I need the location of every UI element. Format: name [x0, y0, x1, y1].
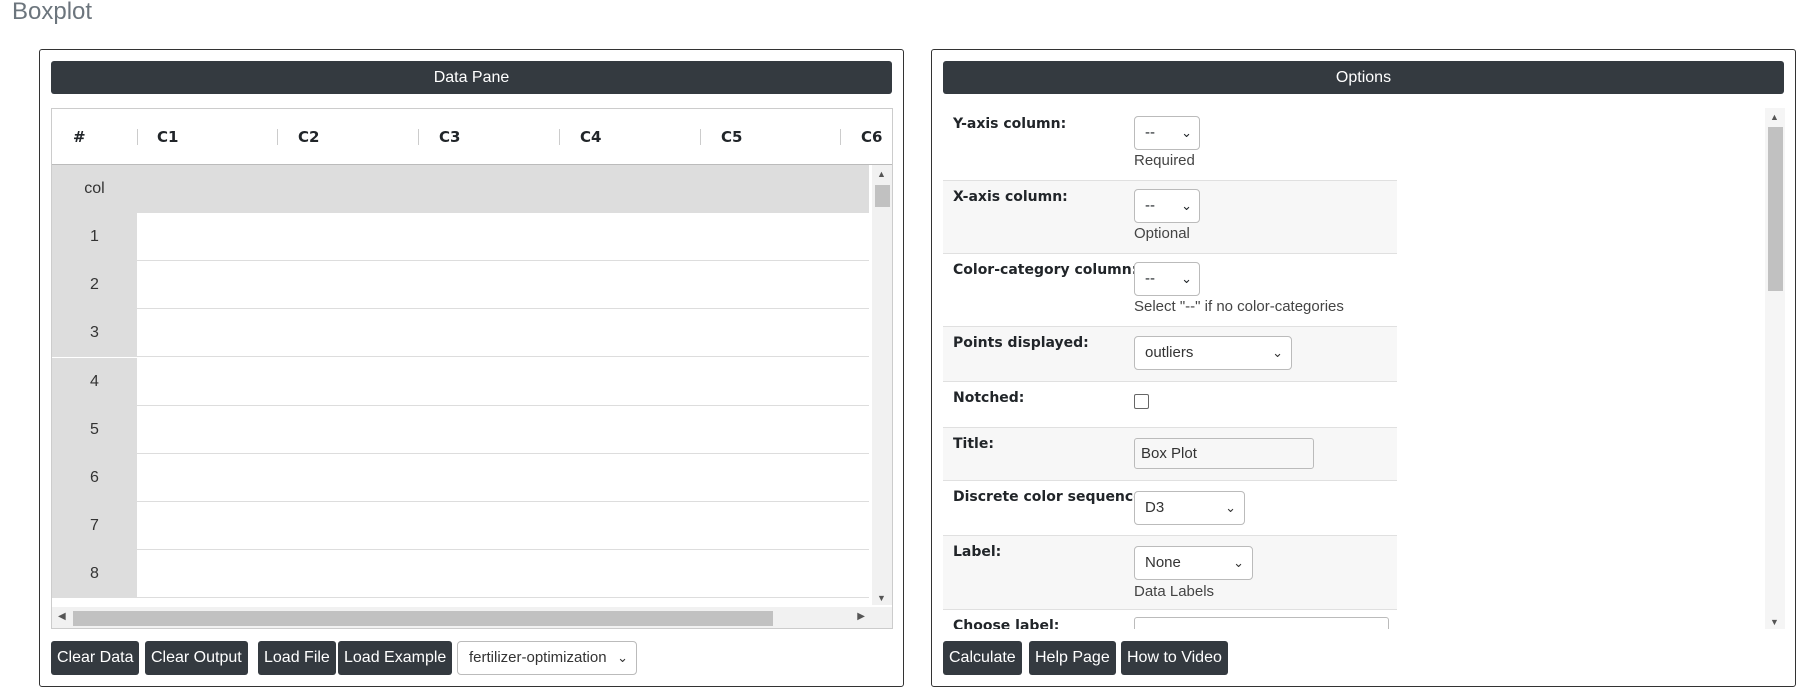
- scroll-down-arrow-icon[interactable]: ▼: [877, 593, 886, 603]
- spreadsheet-vertical-scrollbar[interactable]: ▲ ▼: [872, 165, 892, 605]
- row-number[interactable]: 1: [52, 213, 137, 260]
- table-row[interactable]: 8: [52, 550, 869, 598]
- chevron-down-icon: ⌄: [617, 650, 628, 665]
- chevron-down-icon: ⌄: [1272, 345, 1283, 360]
- column-header-c6[interactable]: C6: [861, 128, 882, 146]
- example-dataset-value: fertilizer-optimization: [469, 649, 607, 666]
- color-category-value: --: [1145, 270, 1155, 287]
- scroll-right-arrow-icon[interactable]: ▶: [857, 611, 865, 622]
- color-sequence-label: Discrete color sequence:: [953, 489, 1149, 505]
- notched-label: Notched:: [953, 390, 1025, 406]
- options-pane: Options Y-axis column: -- ⌄ Required X-a…: [931, 49, 1796, 687]
- option-y-axis: Y-axis column: -- ⌄ Required: [943, 108, 1397, 181]
- color-sequence-value: D3: [1145, 499, 1165, 516]
- color-category-help: Select "--" if no color-categories: [1134, 298, 1344, 315]
- y-axis-select[interactable]: -- ⌄: [1134, 116, 1200, 150]
- table-row[interactable]: 7: [52, 502, 869, 550]
- column-header-row: # C1 C2 C3 C4 C5 C6: [52, 109, 892, 165]
- row-label-col[interactable]: col: [52, 165, 137, 213]
- options-form: Y-axis column: -- ⌄ Required X-axis colu…: [943, 108, 1785, 629]
- option-color-sequence: Discrete color sequence: D3 ⌄: [943, 481, 1397, 536]
- how-to-video-button[interactable]: How to Video: [1121, 641, 1228, 675]
- spreadsheet-horizontal-scrollbar[interactable]: ◀ ▶: [52, 607, 892, 628]
- chevron-down-icon: ⌄: [1181, 198, 1192, 213]
- notched-checkbox[interactable]: [1134, 394, 1149, 409]
- label-select[interactable]: None ⌄: [1134, 546, 1253, 580]
- row-number[interactable]: 8: [52, 550, 137, 597]
- scroll-left-arrow-icon[interactable]: ◀: [58, 611, 66, 622]
- option-choose-label: Choose label:: [943, 610, 1397, 629]
- help-page-button[interactable]: Help Page: [1029, 641, 1116, 675]
- table-row[interactable]: 6: [52, 454, 869, 502]
- chevron-down-icon: ⌄: [1181, 125, 1192, 140]
- table-row[interactable]: 1: [52, 213, 869, 261]
- option-label: Label: None ⌄ Data Labels: [943, 536, 1397, 610]
- spreadsheet[interactable]: # C1 C2 C3 C4 C5 C6 col 1 2 3 4 5 6 7 8 …: [51, 108, 893, 629]
- color-sequence-select[interactable]: D3 ⌄: [1134, 491, 1245, 525]
- points-displayed-label: Points displayed:: [953, 335, 1089, 351]
- data-pane-header: Data Pane: [51, 61, 892, 94]
- row-number[interactable]: 6: [52, 454, 137, 501]
- points-displayed-value: outliers: [1145, 344, 1194, 361]
- page-title: Boxplot: [12, 0, 93, 25]
- scroll-up-arrow-icon[interactable]: ▲: [877, 169, 886, 179]
- label-value: None: [1145, 554, 1181, 571]
- y-axis-label: Y-axis column:: [953, 116, 1067, 132]
- scroll-thumb[interactable]: [1768, 127, 1783, 291]
- chevron-down-icon: ⌄: [1181, 271, 1192, 286]
- load-example-button[interactable]: Load Example: [338, 641, 453, 675]
- table-row[interactable]: 4: [52, 358, 869, 406]
- option-points-displayed: Points displayed: outliers ⌄: [943, 327, 1397, 382]
- x-axis-label: X-axis column:: [953, 189, 1068, 205]
- chevron-down-icon: ⌄: [1233, 555, 1244, 570]
- column-header-c4[interactable]: C4: [580, 128, 601, 146]
- options-vertical-scrollbar[interactable]: ▲ ▼: [1765, 108, 1785, 629]
- options-pane-header: Options: [943, 61, 1784, 94]
- table-row[interactable]: 2: [52, 261, 869, 309]
- column-header-c5[interactable]: C5: [721, 128, 742, 146]
- scroll-thumb[interactable]: [875, 185, 890, 207]
- data-pane: Data Pane # C1 C2 C3 C4 C5 C6 col 1 2 3: [39, 49, 904, 687]
- table-row[interactable]: 3: [52, 309, 869, 357]
- option-color-category: Color-category column: -- ⌄ Select "--" …: [943, 254, 1397, 327]
- clear-data-button[interactable]: Clear Data: [51, 641, 140, 675]
- title-input[interactable]: Box Plot: [1134, 438, 1314, 469]
- column-header-c2[interactable]: C2: [298, 128, 319, 146]
- load-file-button[interactable]: Load File: [258, 641, 336, 675]
- option-notched: Notched:: [943, 382, 1397, 428]
- column-header-c3[interactable]: C3: [439, 128, 460, 146]
- chevron-down-icon: ⌄: [1225, 500, 1236, 515]
- option-x-axis: X-axis column: -- ⌄ Optional: [943, 181, 1397, 254]
- color-category-select[interactable]: -- ⌄: [1134, 262, 1200, 296]
- column-header-c1[interactable]: C1: [157, 128, 178, 146]
- color-category-label: Color-category column:: [953, 262, 1138, 278]
- x-axis-help: Optional: [1134, 225, 1190, 242]
- row-number[interactable]: 5: [52, 406, 137, 453]
- row-number[interactable]: 4: [52, 358, 137, 405]
- title-label: Title:: [953, 436, 994, 452]
- choose-label-label: Choose label:: [953, 618, 1060, 629]
- label-help: Data Labels: [1134, 583, 1215, 600]
- clear-output-button[interactable]: Clear Output: [145, 641, 248, 675]
- scroll-up-arrow-icon[interactable]: ▲: [1770, 112, 1779, 122]
- scroll-down-arrow-icon[interactable]: ▼: [1770, 617, 1779, 627]
- row-number[interactable]: 3: [52, 309, 137, 356]
- option-title: Title: Box Plot: [943, 428, 1397, 481]
- x-axis-select[interactable]: -- ⌄: [1134, 189, 1200, 223]
- label-label: Label:: [953, 544, 1002, 560]
- y-axis-value: --: [1145, 124, 1155, 141]
- row-number[interactable]: 2: [52, 261, 137, 308]
- example-dataset-select[interactable]: fertilizer-optimization ⌄: [457, 641, 637, 675]
- points-displayed-select[interactable]: outliers ⌄: [1134, 336, 1292, 370]
- calculate-button[interactable]: Calculate: [943, 641, 1022, 675]
- x-axis-value: --: [1145, 197, 1155, 214]
- y-axis-help: Required: [1134, 152, 1195, 169]
- table-row[interactable]: 5: [52, 406, 869, 454]
- row-number[interactable]: 7: [52, 502, 137, 549]
- scroll-thumb[interactable]: [73, 611, 773, 626]
- column-header-index[interactable]: #: [73, 128, 86, 146]
- table-row-header[interactable]: col: [52, 165, 869, 213]
- choose-label-input[interactable]: [1134, 617, 1389, 629]
